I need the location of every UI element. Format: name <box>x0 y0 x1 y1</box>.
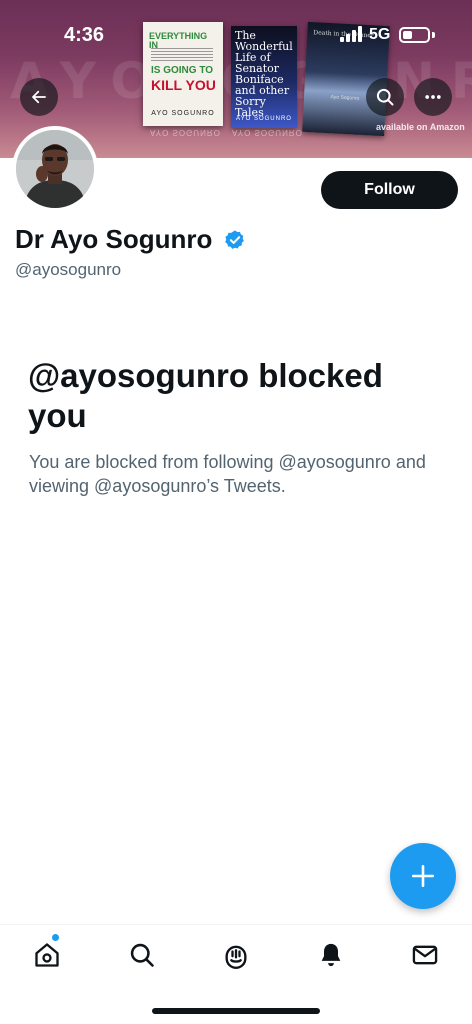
blocked-title: @ayosogunro blocked you <box>28 357 383 434</box>
book-cover-everything: EVERYTHING IN IS GOING TO KILL YOU AYO S… <box>143 22 223 126</box>
verified-badge-icon[interactable] <box>224 229 246 251</box>
home-icon <box>35 943 59 967</box>
blocked-message: You are blocked from following @ayosogun… <box>29 452 426 496</box>
more-button[interactable] <box>414 78 452 116</box>
search-icon <box>130 943 154 967</box>
book-reflection: AYO SOGUNRO <box>232 128 303 137</box>
book-author: AYO SOGUNRO <box>151 110 215 117</box>
more-horizontal-icon <box>425 95 441 99</box>
network-label: 5G <box>369 26 391 43</box>
nav-spaces[interactable] <box>216 935 256 975</box>
signal-icon <box>340 26 362 42</box>
book-reflection: AYO SOGUNRO <box>150 128 221 137</box>
notification-dot <box>52 934 59 941</box>
compose-tweet-button[interactable] <box>390 843 456 909</box>
follow-button[interactable]: Follow <box>321 171 458 209</box>
profile-handle: @ayosogunro <box>15 260 122 279</box>
bottom-navigation <box>0 924 472 984</box>
nav-home[interactable] <box>27 935 67 975</box>
bell-icon <box>321 943 341 967</box>
envelope-icon <box>412 945 438 965</box>
book-title-kill: KILL YOU <box>151 77 216 93</box>
battery-icon <box>399 27 430 43</box>
avatar[interactable] <box>12 126 98 212</box>
spaces-icon <box>225 945 247 969</box>
display-name: Dr Ayo Sogunro <box>15 224 213 254</box>
nav-notifications[interactable] <box>311 935 351 975</box>
search-icon <box>376 88 394 106</box>
nav-explore[interactable] <box>122 935 162 975</box>
book-title: The Wonderful Life of Senator Boniface a… <box>235 29 293 119</box>
search-button[interactable] <box>366 78 404 116</box>
banner-note: available on Amazon <box>376 122 465 132</box>
book-cover-wonderful-life: The Wonderful Life of Senator Boniface a… <box>231 26 297 128</box>
book-author: AYO SOGUNRO <box>236 116 292 122</box>
book-title-mid: IS GOING TO <box>151 65 214 76</box>
back-button[interactable] <box>20 78 58 116</box>
status-time: 4:36 <box>64 24 105 46</box>
plus-icon <box>411 864 435 888</box>
home-indicator[interactable] <box>152 1008 320 1014</box>
nav-messages[interactable] <box>405 935 445 975</box>
profile-photo <box>16 130 94 208</box>
arrow-left-icon <box>32 90 46 104</box>
